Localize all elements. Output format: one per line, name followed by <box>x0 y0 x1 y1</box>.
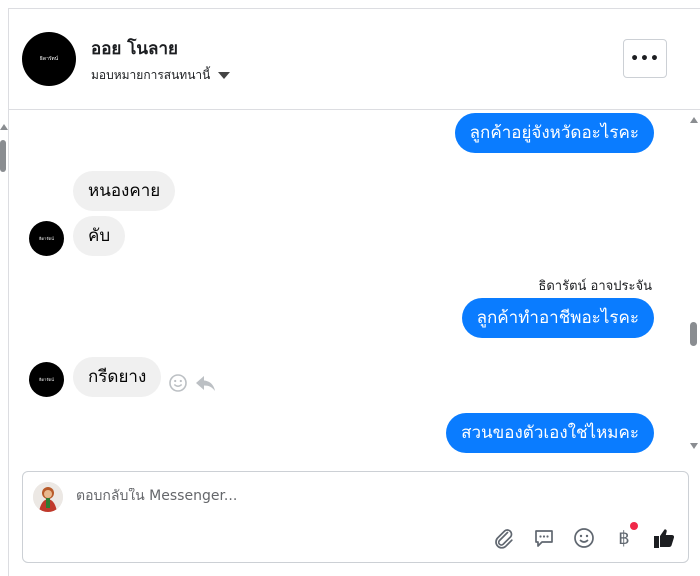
smiley-icon <box>574 528 594 548</box>
chevron-down-icon <box>218 72 231 79</box>
paperclip-icon <box>495 529 513 549</box>
user-avatar-image <box>33 482 63 512</box>
messenger-window: ธิดารัตน์ ออย โนลาย มอบหมายการสนทนานี้ •… <box>0 0 700 576</box>
composer-toolbar: ฿ <box>492 522 676 550</box>
avatar-text: ธิดารัตน์ <box>39 56 59 62</box>
outer-scroll-up-arrow[interactable] <box>0 124 8 130</box>
avatar-text: ธิดารัตน์ <box>39 377 54 382</box>
sender-name: ธิดารัตน์ อาจประจัน <box>538 279 652 294</box>
scroll-up-arrow[interactable] <box>690 117 698 123</box>
payment-button[interactable]: ฿ <box>612 522 638 550</box>
scroll-down-arrow[interactable] <box>690 443 698 449</box>
contact-avatar-small[interactable]: ธิดารัตน์ <box>29 221 64 256</box>
message-incoming[interactable]: หนองคาย <box>73 171 176 211</box>
message-incoming[interactable]: คับ <box>73 216 126 256</box>
react-smiley-icon[interactable] <box>168 373 188 393</box>
message-incoming[interactable]: กรีดยาง <box>73 357 162 397</box>
avatar-text: ธิดารัตน์ <box>39 236 54 241</box>
saved-replies-button[interactable] <box>532 526 556 550</box>
scrollbar-thumb[interactable] <box>690 322 697 346</box>
emoji-button[interactable] <box>572 526 596 550</box>
assign-label: มอบหมายการสนทนานี้ <box>91 68 211 82</box>
contact-avatar-small[interactable]: ธิดารัตน์ <box>29 362 64 397</box>
message-outgoing[interactable]: สวนของตัวเองใช่ไหมคะ <box>446 413 654 453</box>
message-actions <box>168 373 216 393</box>
assign-conversation-dropdown[interactable]: มอบหมายการสนทนานี้ <box>91 66 231 85</box>
message-thread[interactable]: ลูกค้าอยู่จังหวัดอะไรคะ หนองคาย ธิดารัตน… <box>9 111 684 456</box>
outer-scrollbar-thumb[interactable] <box>0 140 6 172</box>
more-icon: ••• <box>630 50 660 67</box>
baht-icon: ฿ <box>618 527 630 549</box>
contact-name[interactable]: ออย โนลาย <box>91 35 178 62</box>
reply-icon[interactable] <box>194 373 216 393</box>
contact-avatar[interactable]: ธิดารัตน์ <box>22 32 76 86</box>
message-outgoing[interactable]: ลูกค้าทำอาชีพอะไรคะ <box>461 298 654 338</box>
message-outgoing[interactable]: ลูกค้าอยู่จังหวัดอะไรคะ <box>454 113 654 153</box>
notification-dot <box>630 522 638 530</box>
like-button[interactable] <box>652 526 676 550</box>
more-options-button[interactable]: ••• <box>623 39 667 78</box>
thumbs-up-icon <box>654 529 675 548</box>
thread-scrollbar[interactable] <box>688 111 700 456</box>
reply-input[interactable] <box>76 488 636 504</box>
attach-button[interactable] <box>492 526 516 550</box>
user-avatar <box>33 482 63 512</box>
conversation-header: ธิดารัตน์ ออย โนลาย มอบหมายการสนทนานี้ •… <box>9 9 700 110</box>
reply-composer: ฿ <box>22 471 689 563</box>
chat-bubble-icon <box>535 530 553 547</box>
